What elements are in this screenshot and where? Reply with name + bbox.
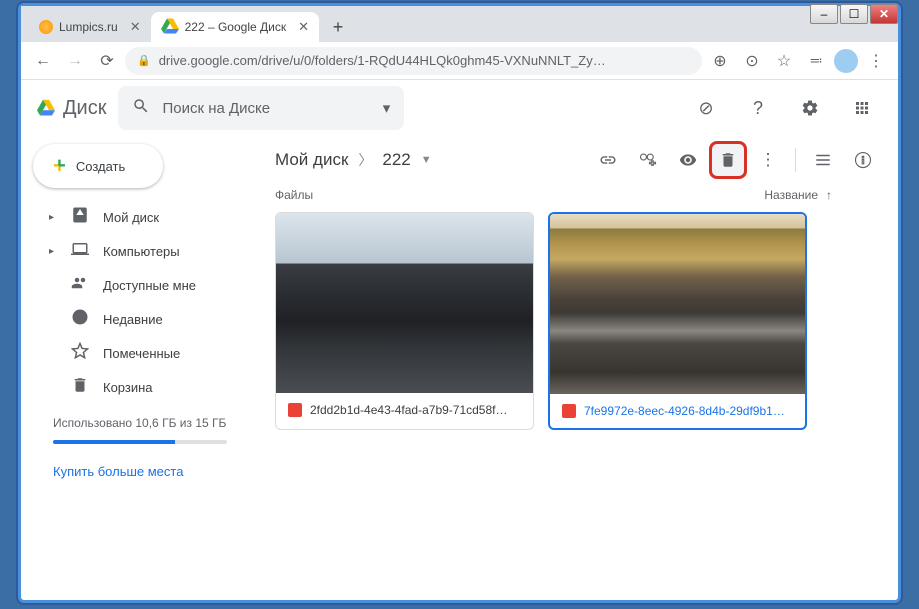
- buy-storage-link[interactable]: Купить больше места: [33, 454, 247, 489]
- window-minimize[interactable]: –: [810, 4, 838, 24]
- sidebar-item-recent[interactable]: Недавние: [33, 302, 247, 336]
- new-tab-button[interactable]: +: [325, 14, 351, 40]
- preview-icon[interactable]: [669, 141, 707, 179]
- sidebar-label: Корзина: [103, 380, 153, 395]
- storage-text: Использовано 10,6 ГБ из 15 ГБ: [53, 416, 226, 430]
- sort-row: Файлы Название ↑: [275, 184, 882, 212]
- storage-bar: [53, 440, 227, 444]
- arrow-up-icon: ↑: [826, 188, 832, 202]
- chevron-right-icon: ▸: [49, 212, 57, 223]
- extensions-icon[interactable]: ≕: [802, 47, 830, 75]
- favicon-drive: [161, 17, 179, 38]
- search-input[interactable]: Поиск на Диске ▾: [118, 86, 404, 130]
- clock-icon: [71, 308, 89, 330]
- file-name: 2fdd2b1d-4e43-4fad-a7b9-71cd58f…: [310, 403, 507, 417]
- profile-avatar[interactable]: [834, 49, 858, 73]
- share-icon[interactable]: [629, 141, 667, 179]
- reload-icon[interactable]: ⟳: [93, 47, 121, 75]
- chevron-right-icon: ▸: [49, 246, 57, 257]
- details-icon[interactable]: [844, 141, 882, 179]
- file-item[interactable]: 7fe9972e-8eec-4926-8d4b-29df9b1…: [548, 212, 807, 430]
- sidebar-label: Недавние: [103, 312, 163, 327]
- create-button[interactable]: + Создать: [33, 144, 163, 188]
- tab-title: Lumpics.ru: [59, 20, 118, 34]
- create-label: Создать: [76, 159, 125, 174]
- tab-lumpics[interactable]: Lumpics.ru ✕: [29, 12, 151, 42]
- app-header: Диск Поиск на Диске ▾ ⊘ ?: [21, 80, 898, 136]
- image-icon: [288, 403, 302, 417]
- sidebar-label: Мой диск: [103, 210, 159, 225]
- address-bar: ← → ⟳ 🔒 drive.google.com/drive/u/0/folde…: [21, 42, 898, 80]
- list-view-icon[interactable]: [804, 141, 842, 179]
- url-bar[interactable]: 🔒 drive.google.com/drive/u/0/folders/1-R…: [125, 47, 702, 75]
- search-placeholder: Поиск на Диске: [162, 100, 270, 117]
- storage-info: Использовано 10,6 ГБ из 15 ГБ: [33, 404, 247, 454]
- files-label: Файлы: [275, 188, 313, 202]
- sidebar-item-computers[interactable]: ▸ Компьютеры: [33, 234, 247, 268]
- sidebar-label: Доступные мне: [103, 278, 196, 293]
- computer-icon: [71, 240, 89, 262]
- drive-icon: [71, 206, 89, 228]
- breadcrumb: Мой диск 〉 222 ▼ ⋮: [275, 136, 882, 184]
- dropdown-icon[interactable]: ▼: [421, 154, 432, 166]
- sort-by-name[interactable]: Название ↑: [764, 188, 832, 202]
- forward-icon[interactable]: →: [61, 47, 89, 75]
- file-thumbnail: [550, 214, 805, 394]
- offline-icon[interactable]: ⊘: [686, 88, 726, 128]
- search-page-icon[interactable]: ⊙: [738, 47, 766, 75]
- chevron-right-icon: 〉: [358, 150, 372, 170]
- tab-drive[interactable]: 222 – Google Диск ✕: [151, 12, 319, 42]
- file-name: 7fe9972e-8eec-4926-8d4b-29df9b1…: [584, 404, 785, 418]
- favicon-lumpics: [39, 20, 53, 34]
- lock-icon: 🔒: [137, 54, 151, 67]
- sidebar-label: Компьютеры: [103, 244, 180, 259]
- link-icon[interactable]: [589, 141, 627, 179]
- drive-logo[interactable]: Диск: [37, 97, 106, 120]
- file-thumbnail: [276, 213, 533, 393]
- back-icon[interactable]: ←: [29, 47, 57, 75]
- browser-menu-icon[interactable]: ⋮: [862, 47, 890, 75]
- main-content: Мой диск 〉 222 ▼ ⋮: [259, 136, 898, 600]
- dropdown-icon[interactable]: ▾: [383, 99, 391, 117]
- plus-icon: +: [53, 153, 66, 179]
- url-text: drive.google.com/drive/u/0/folders/1-RQd…: [159, 53, 606, 68]
- window-maximize[interactable]: ☐: [840, 4, 868, 24]
- tab-strip: Lumpics.ru ✕ 222 – Google Диск ✕ +: [21, 6, 898, 42]
- sidebar-item-my-drive[interactable]: ▸ Мой диск: [33, 200, 247, 234]
- file-item[interactable]: 2fdd2b1d-4e43-4fad-a7b9-71cd58f…: [275, 212, 534, 430]
- sidebar-label: Помеченные: [103, 346, 180, 361]
- people-icon: [71, 274, 89, 296]
- breadcrumb-folder[interactable]: 222: [382, 150, 410, 170]
- app-name: Диск: [63, 97, 106, 120]
- zoom-icon[interactable]: ⊕: [706, 47, 734, 75]
- sidebar-item-shared[interactable]: Доступные мне: [33, 268, 247, 302]
- trash-icon: [71, 376, 89, 398]
- sidebar-item-starred[interactable]: Помеченные: [33, 336, 247, 370]
- apps-grid-icon[interactable]: [842, 88, 882, 128]
- star-icon: [71, 342, 89, 364]
- image-icon: [562, 404, 576, 418]
- breadcrumb-my-drive[interactable]: Мой диск: [275, 150, 348, 170]
- tab-title: 222 – Google Диск: [185, 20, 286, 34]
- search-icon: [132, 97, 150, 119]
- close-icon[interactable]: ✕: [130, 19, 141, 35]
- delete-button[interactable]: [709, 141, 747, 179]
- window-close[interactable]: ✕: [870, 4, 898, 24]
- sidebar-item-trash[interactable]: Корзина: [33, 370, 247, 404]
- bookmark-icon[interactable]: ☆: [770, 47, 798, 75]
- settings-icon[interactable]: [790, 88, 830, 128]
- close-icon[interactable]: ✕: [298, 19, 309, 35]
- sidebar: + Создать ▸ Мой диск ▸ Компьютеры Доступ…: [21, 136, 259, 600]
- help-icon[interactable]: ?: [738, 88, 778, 128]
- more-icon[interactable]: ⋮: [749, 141, 787, 179]
